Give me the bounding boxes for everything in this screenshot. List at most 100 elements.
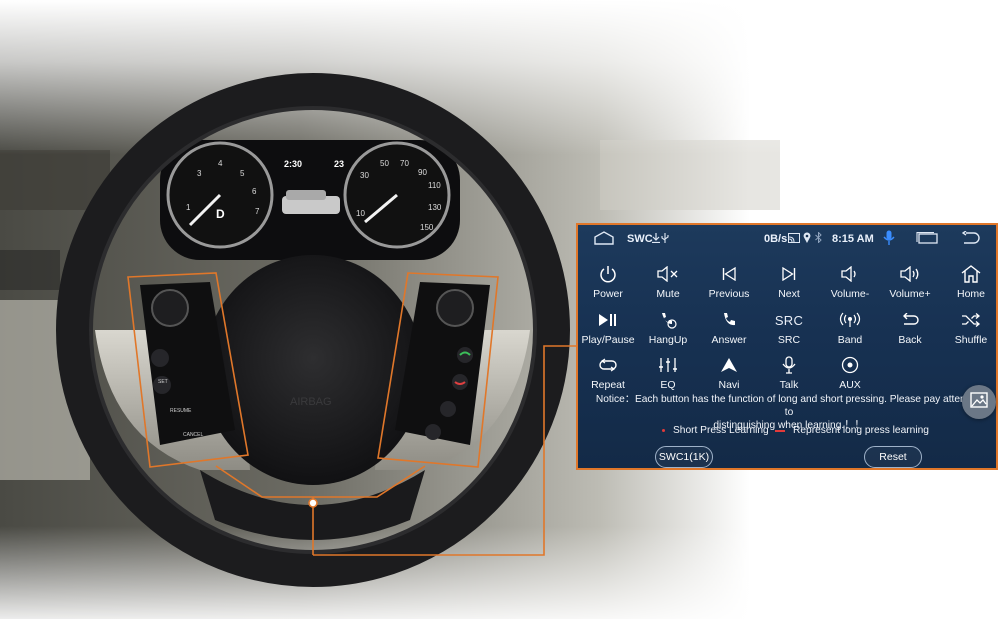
resume-button-label: RESUME (170, 408, 192, 414)
home-outline-icon[interactable] (594, 231, 614, 245)
swc-button-volume-up[interactable]: Volume+ (880, 261, 940, 305)
svg-text:130: 130 (428, 203, 442, 212)
equalizer-icon (657, 354, 679, 376)
svg-text:10: 10 (356, 209, 365, 218)
microphone-voice-icon[interactable] (883, 230, 895, 246)
swc-button-navi[interactable]: Navi (699, 352, 759, 396)
legend-long-press: Represent long press learning (775, 425, 929, 436)
power-icon (597, 263, 619, 285)
swc-mode-button[interactable]: SWC1(1K) (655, 446, 713, 468)
navigation-icon (718, 354, 740, 376)
net-speed: 0B/s (764, 233, 788, 245)
status-app-name: SWC (627, 233, 653, 245)
swc-button-hang-up[interactable]: HangUp (638, 307, 698, 351)
legend-short-press: Short Press Learning (662, 425, 769, 436)
phone-answer-icon (718, 309, 740, 331)
swc-button-src[interactable]: SRC SRC (759, 307, 819, 351)
swc-button-label: AUX (839, 379, 861, 391)
mute-icon (657, 263, 679, 285)
swc-button-label: Back (898, 334, 922, 346)
swc-learning-screen: SWC 0B/s 8:15 AM Power Mute Previous Nex… (576, 223, 998, 470)
swc-button-previous[interactable]: Previous (699, 261, 759, 305)
swc-button-talk[interactable]: Talk (759, 352, 819, 396)
svg-text:50: 50 (380, 159, 389, 168)
legend-long-press-label: Represent long press learning (793, 425, 929, 436)
set-button-label: SET (158, 379, 168, 385)
shuffle-icon (960, 309, 982, 331)
src-text-icon: SRC (774, 312, 804, 328)
swc-button-label: Volume- (830, 288, 870, 300)
svg-text:3: 3 (197, 169, 202, 178)
swc-button-repeat[interactable]: Repeat (578, 352, 638, 396)
recent-apps-icon[interactable] (916, 232, 938, 244)
long-press-dash-icon (775, 429, 785, 432)
svg-text:6: 6 (252, 187, 257, 196)
skip-previous-icon (718, 263, 740, 285)
skip-next-icon (778, 263, 800, 285)
swc-button-home[interactable]: Home (941, 261, 996, 305)
play-pause-icon (597, 309, 619, 331)
download-icon (652, 233, 660, 243)
swc-button-band[interactable]: Band (820, 307, 880, 351)
aux-icon (839, 354, 861, 376)
svg-text:1: 1 (186, 203, 191, 212)
swc-button-mute[interactable]: Mute (638, 261, 698, 305)
swc-button-eq[interactable]: EQ (638, 352, 698, 396)
swc-button-label: Volume+ (889, 288, 931, 300)
swc-button-aux[interactable]: AUX (820, 352, 880, 396)
dashboard-clock: 2:30 (284, 159, 302, 169)
cancel-button-label: CANCEL (183, 432, 204, 438)
cast-icon (788, 233, 800, 243)
swc-button-label: EQ (660, 379, 676, 391)
swc-button-label: Shuffle (954, 334, 988, 346)
swc-button-power[interactable]: Power (578, 261, 638, 305)
swc-button-label: Previous (708, 288, 750, 300)
usb-icon (661, 233, 669, 243)
short-press-dot-icon (662, 429, 665, 432)
back-nav-icon[interactable] (962, 231, 980, 245)
legend-short-press-label: Short Press Learning (673, 425, 769, 436)
reset-button[interactable]: Reset (864, 446, 922, 468)
svg-text:7: 7 (255, 207, 260, 216)
swc-button-answer[interactable]: Answer (699, 307, 759, 351)
repeat-icon (597, 354, 619, 376)
swc-button-next[interactable]: Next (759, 261, 819, 305)
gear-indicator: D (216, 207, 225, 221)
svg-text:110: 110 (428, 181, 441, 190)
radio-band-icon (839, 309, 861, 331)
swc-button-label: Repeat (591, 379, 625, 391)
svg-text:5: 5 (240, 169, 245, 178)
svg-text:90: 90 (418, 168, 427, 177)
volume-up-icon (899, 263, 921, 285)
microphone-icon (778, 354, 800, 376)
svg-text:4: 4 (218, 159, 223, 168)
swc-button-back[interactable]: Back (880, 307, 940, 351)
swc-button-label: HangUp (648, 334, 688, 346)
swc-button-label: Mute (656, 288, 680, 300)
dashboard-temperature: 23 (334, 159, 344, 169)
back-arrow-icon (899, 309, 921, 331)
swc-button-shuffle[interactable]: Shuffle (941, 307, 996, 351)
svg-text:70: 70 (400, 159, 409, 168)
swc-button-label: Next (778, 288, 800, 300)
swc-button-label: Answer (711, 334, 747, 346)
swc-button-volume-down[interactable]: Volume- (820, 261, 880, 305)
home-icon (960, 263, 982, 285)
image-icon (970, 391, 988, 413)
swc-button-play-pause[interactable]: Play/Pause (578, 307, 638, 351)
hang-up-icon (657, 309, 679, 331)
svg-text:30: 30 (360, 171, 369, 180)
notice-line-1: Notice：Each button has the function of l… (595, 394, 983, 418)
swc-button-label: Play/Pause (581, 334, 635, 346)
swc-button-label: Navi (718, 379, 740, 391)
location-icon (803, 232, 811, 243)
swc-button-label: Band (837, 334, 863, 346)
gallery-float-button[interactable] (962, 385, 996, 419)
airbag-label: AIRBAG (290, 396, 332, 408)
swc-button-label: Power (593, 288, 623, 300)
volume-down-icon (839, 263, 861, 285)
bluetooth-icon (815, 232, 822, 243)
status-time: 8:15 AM (832, 233, 874, 245)
status-bar: SWC 0B/s 8:15 AM (578, 225, 996, 253)
swc-button-label: SRC (777, 334, 801, 346)
